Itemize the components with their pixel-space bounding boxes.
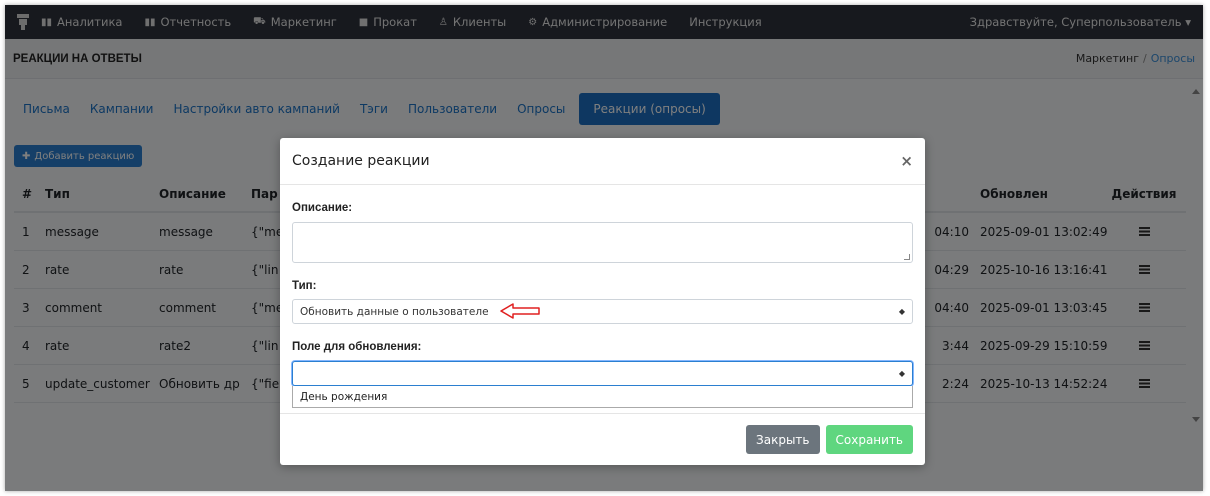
- description-textarea[interactable]: [292, 222, 913, 263]
- modal-header: Создание реакции ×: [280, 138, 925, 185]
- close-button[interactable]: Закрыть: [746, 425, 820, 454]
- description-label: Описание:: [292, 202, 353, 214]
- type-label: Тип:: [292, 280, 317, 292]
- create-reaction-modal: Создание реакции × Описание: Тип: Обнови…: [280, 138, 925, 465]
- modal-title: Создание реакции: [292, 153, 430, 169]
- update-field-select[interactable]: ◆: [292, 361, 913, 386]
- resize-grip-icon[interactable]: [904, 254, 910, 260]
- annotation-arrow-icon: [500, 303, 540, 319]
- update-field-label: Поле для обновления:: [292, 341, 422, 353]
- type-select[interactable]: Обновить данные о пользователе ◆: [292, 299, 913, 324]
- select-caret-icon: ◆: [898, 369, 905, 378]
- modal-footer: Закрыть Сохранить: [280, 413, 925, 465]
- save-button[interactable]: Сохранить: [825, 425, 913, 454]
- type-select-value: Обновить данные о пользователе: [300, 305, 489, 318]
- app-window: ▮▮Аналитика ▮▮Отчетность ⛟Маркетинг ■Про…: [5, 5, 1203, 491]
- select-caret-icon: ◆: [898, 307, 905, 316]
- dropdown-option-birthday[interactable]: День рождения: [292, 386, 913, 408]
- close-icon[interactable]: ×: [900, 152, 913, 170]
